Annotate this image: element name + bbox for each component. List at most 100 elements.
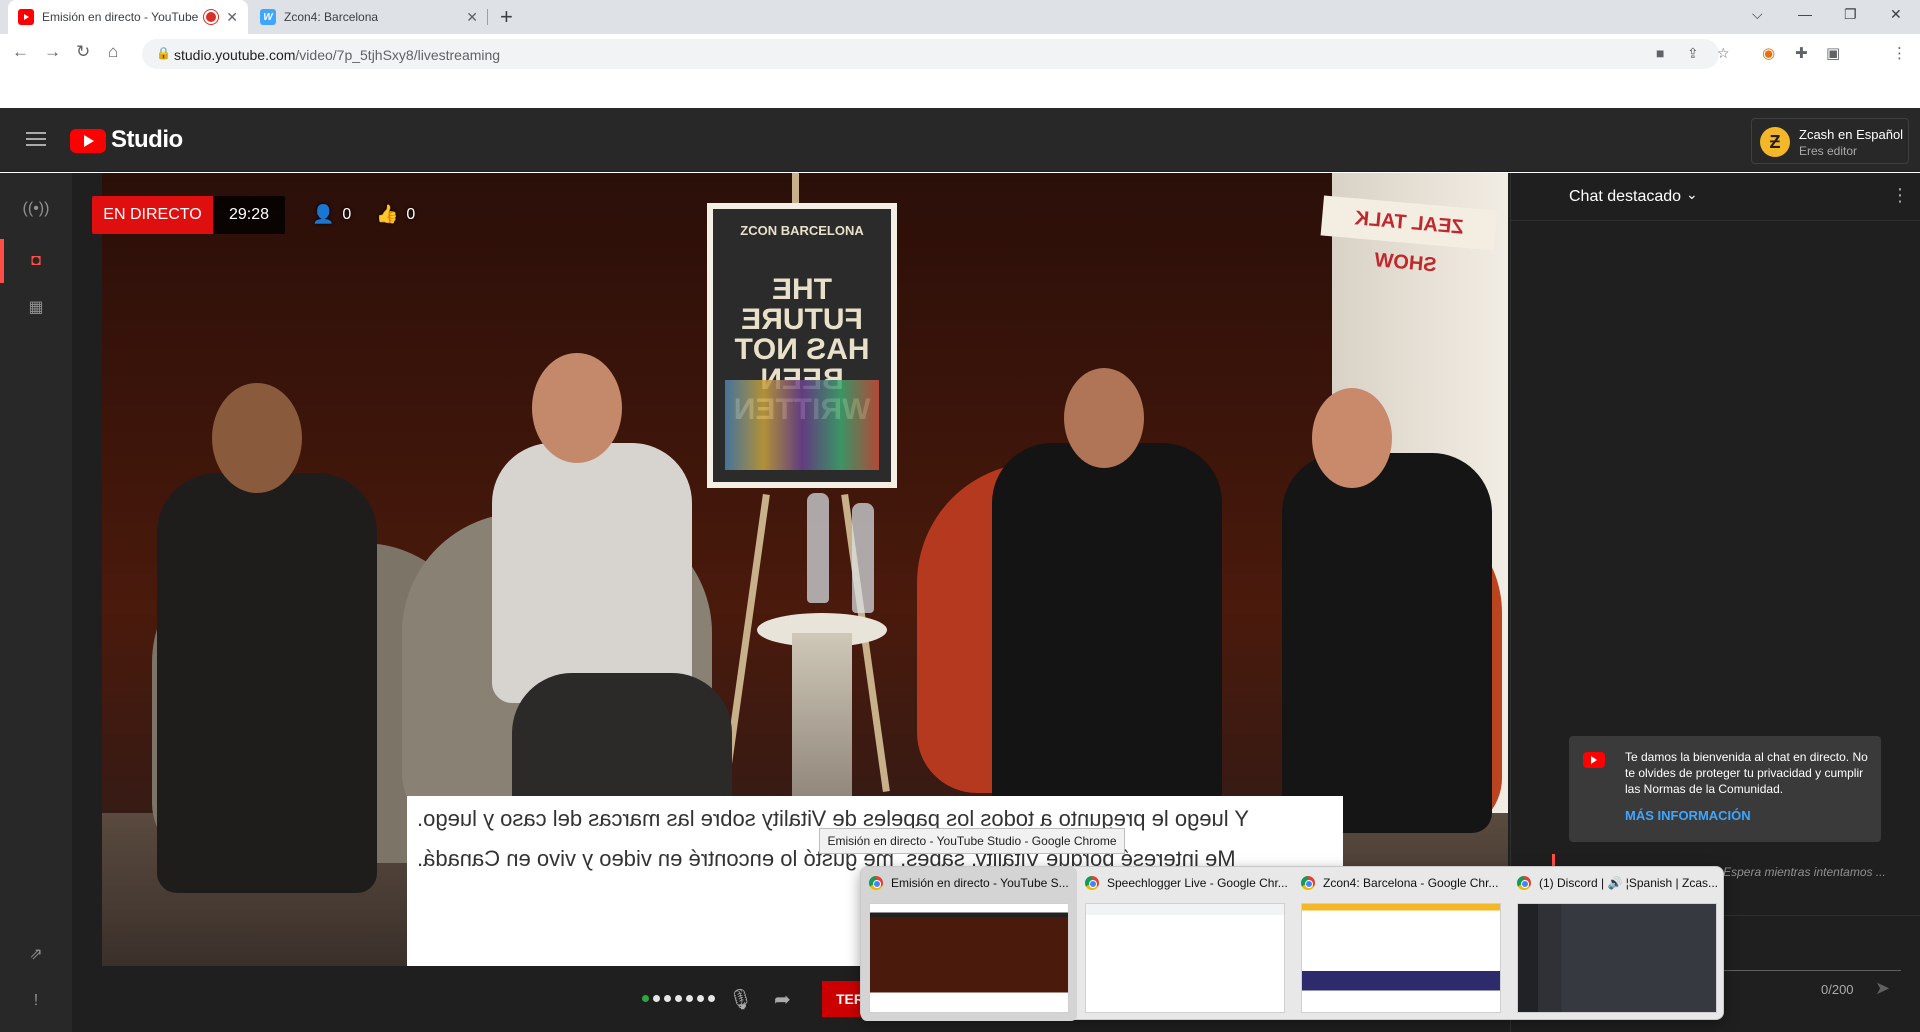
- window-tooltip: Emisión en directo - YouTube Studio - Go…: [819, 828, 1125, 854]
- url-path: /video/7p_5tjhSxy8/livestreaming: [295, 47, 501, 63]
- new-tab-button[interactable]: +: [500, 4, 513, 30]
- extension-icon[interactable]: ◉: [1762, 44, 1775, 62]
- more-options-icon[interactable]: ⋮: [1891, 185, 1909, 206]
- char-counter: 0/200: [1821, 982, 1854, 997]
- preview-title: Emisión en directo - YouTube S...: [891, 876, 1069, 890]
- home-icon[interactable]: ⌂: [108, 42, 118, 62]
- speaker-4: [1282, 453, 1492, 833]
- recording-indicator-icon: [206, 12, 217, 22]
- share-icon[interactable]: ⇪: [1687, 45, 1699, 62]
- preview-title: Speechlogger Live - Google Chr...: [1107, 876, 1288, 890]
- studio-header: Studio Ƶ Zcash en Español Eres editor: [0, 108, 1920, 172]
- speaker-3: [992, 443, 1222, 843]
- url-text: studio.youtube.com/video/7p_5tjhSxy8/liv…: [174, 47, 500, 63]
- feedback-icon[interactable]: !: [24, 989, 48, 1013]
- chrome-icon: [1085, 876, 1099, 890]
- tab-zcon4[interactable]: W Zcon4: Barcelona ✕: [250, 0, 488, 34]
- close-window-icon[interactable]: ✕: [1890, 6, 1902, 23]
- tab-youtube-studio[interactable]: Emisión en directo - YouTube Studio ✕: [8, 0, 248, 34]
- calendar-icon[interactable]: ▦: [24, 295, 48, 319]
- water-bottle: [852, 503, 874, 613]
- minimize-icon[interactable]: —: [1798, 6, 1812, 22]
- camera-icon[interactable]: ◘: [24, 249, 48, 273]
- stream-health-indicator: [642, 995, 715, 1002]
- speaker-1: [157, 473, 377, 893]
- channel-switcher[interactable]: Ƶ Zcash en Español Eres editor: [1751, 118, 1909, 164]
- chevron-down-icon[interactable]: ⌄: [1686, 186, 1698, 203]
- chrome-icon: [869, 876, 883, 890]
- studio-logo-text[interactable]: Studio: [111, 126, 183, 154]
- lock-icon: 🔒: [156, 46, 171, 60]
- chrome-icon: [1301, 876, 1315, 890]
- stream-broadcast-icon[interactable]: ((•)): [23, 197, 50, 221]
- water-bottle: [807, 493, 829, 603]
- window-preview[interactable]: (1) Discord | 🔊 ¦Spanish | Zcas...: [1509, 867, 1725, 1021]
- youtube-logo-icon[interactable]: [70, 129, 106, 153]
- open-external-icon[interactable]: ⇗: [24, 942, 48, 966]
- channel-role: Eres editor: [1799, 144, 1858, 158]
- preview-thumbnail: [1517, 903, 1717, 1013]
- youtube-icon: [1583, 752, 1605, 768]
- likes-stat: 👍 0: [376, 204, 415, 225]
- speaker-4-head: [1312, 388, 1392, 488]
- thumbs-up-icon: 👍: [376, 204, 399, 224]
- camera-in-use-icon[interactable]: ■: [1656, 45, 1664, 61]
- tab-separator: [487, 9, 488, 25]
- bookmark-star-icon[interactable]: ☆: [1717, 45, 1730, 62]
- browser-tab-strip: Emisión en directo - YouTube Studio ✕ W …: [0, 0, 1920, 34]
- reload-icon[interactable]: ↻: [76, 42, 90, 62]
- window-preview[interactable]: Speechlogger Live - Google Chr...: [1077, 867, 1293, 1021]
- speaker-1-head: [212, 383, 302, 493]
- window-preview[interactable]: Zcon4: Barcelona - Google Chr...: [1293, 867, 1509, 1021]
- event-poster: ZCON BARCELONA THE FUTURE HAS NOT BEEN W…: [707, 203, 897, 488]
- tab-title: Emisión en directo - YouTube Studio: [42, 10, 200, 24]
- learn-more-link[interactable]: MÁS INFORMACIÓN: [1625, 808, 1751, 823]
- send-icon[interactable]: ➤: [1875, 978, 1890, 999]
- speaker-3-head: [1064, 368, 1144, 468]
- viewers-stat: 👤 0: [312, 204, 351, 225]
- menu-icon[interactable]: [26, 132, 46, 146]
- address-bar[interactable]: 🔒 studio.youtube.com/video/7p_5tjhSxy8/l…: [142, 39, 1730, 69]
- viewers-icon: 👤: [312, 204, 335, 224]
- speaker-2: [492, 443, 692, 703]
- tab-search-icon[interactable]: ⌵: [1752, 6, 1763, 23]
- share-icon[interactable]: ➦: [774, 987, 791, 1012]
- easel-leg: [792, 173, 799, 203]
- microphone-icon[interactable]: 🎙: [728, 987, 753, 1012]
- back-icon[interactable]: ←: [12, 42, 29, 62]
- elapsed-time: 29:28: [213, 196, 285, 234]
- chat-welcome-message: Te damos la bienvenida al chat en direct…: [1569, 736, 1881, 842]
- side-panel-icon[interactable]: ▣: [1826, 44, 1840, 62]
- browser-toolbar: ← → ↻ ⌂ 🔒 studio.youtube.com/video/7p_5t…: [0, 34, 1920, 74]
- viewers-count: 0: [342, 205, 352, 223]
- browser-menu-icon[interactable]: ⋮: [1892, 44, 1907, 62]
- chat-header: Chat destacado ⌄ ⋮: [1511, 173, 1920, 221]
- speaker-2-head: [532, 353, 622, 463]
- live-status-badge: EN DIRECTO: [92, 196, 213, 234]
- close-tab-icon[interactable]: ✕: [466, 9, 478, 26]
- channel-avatar: Ƶ: [1760, 127, 1790, 157]
- chrome-icon: [1517, 876, 1531, 890]
- close-tab-icon[interactable]: ✕: [226, 9, 238, 26]
- chat-mode-title[interactable]: Chat destacado: [1569, 188, 1681, 206]
- window-preview[interactable]: Emisión en directo - YouTube S...: [861, 867, 1077, 1021]
- zcon-favicon-icon: W: [260, 9, 276, 25]
- poster-brand: ZCON BARCELONA: [740, 223, 864, 238]
- forward-icon[interactable]: →: [44, 42, 61, 62]
- preview-title: (1) Discord | 🔊 ¦Spanish | Zcas...: [1539, 876, 1719, 890]
- studio-sidebar: ((•)) ◘ ▦ ⇗ !: [0, 173, 72, 1032]
- preview-thumbnail: [1301, 903, 1501, 1013]
- preview-thumbnail: [1085, 903, 1285, 1013]
- active-indicator: [0, 239, 4, 283]
- extensions-puzzle-icon[interactable]: ✚: [1795, 44, 1808, 62]
- welcome-text: Te damos la bienvenida al chat en direct…: [1625, 750, 1868, 796]
- restore-icon[interactable]: ❐: [1844, 6, 1857, 23]
- youtube-favicon-icon: [18, 9, 34, 25]
- preview-title: Zcon4: Barcelona - Google Chr...: [1323, 876, 1499, 890]
- url-host: studio.youtube.com: [174, 47, 296, 63]
- preview-thumbnail: [869, 903, 1069, 1013]
- likes-count: 0: [406, 205, 416, 223]
- tab-title: Zcon4: Barcelona: [284, 10, 379, 24]
- taskbar-preview-popup: Emisión en directo - YouTube S... Speech…: [860, 866, 1725, 1021]
- poster-artwork: [725, 380, 879, 470]
